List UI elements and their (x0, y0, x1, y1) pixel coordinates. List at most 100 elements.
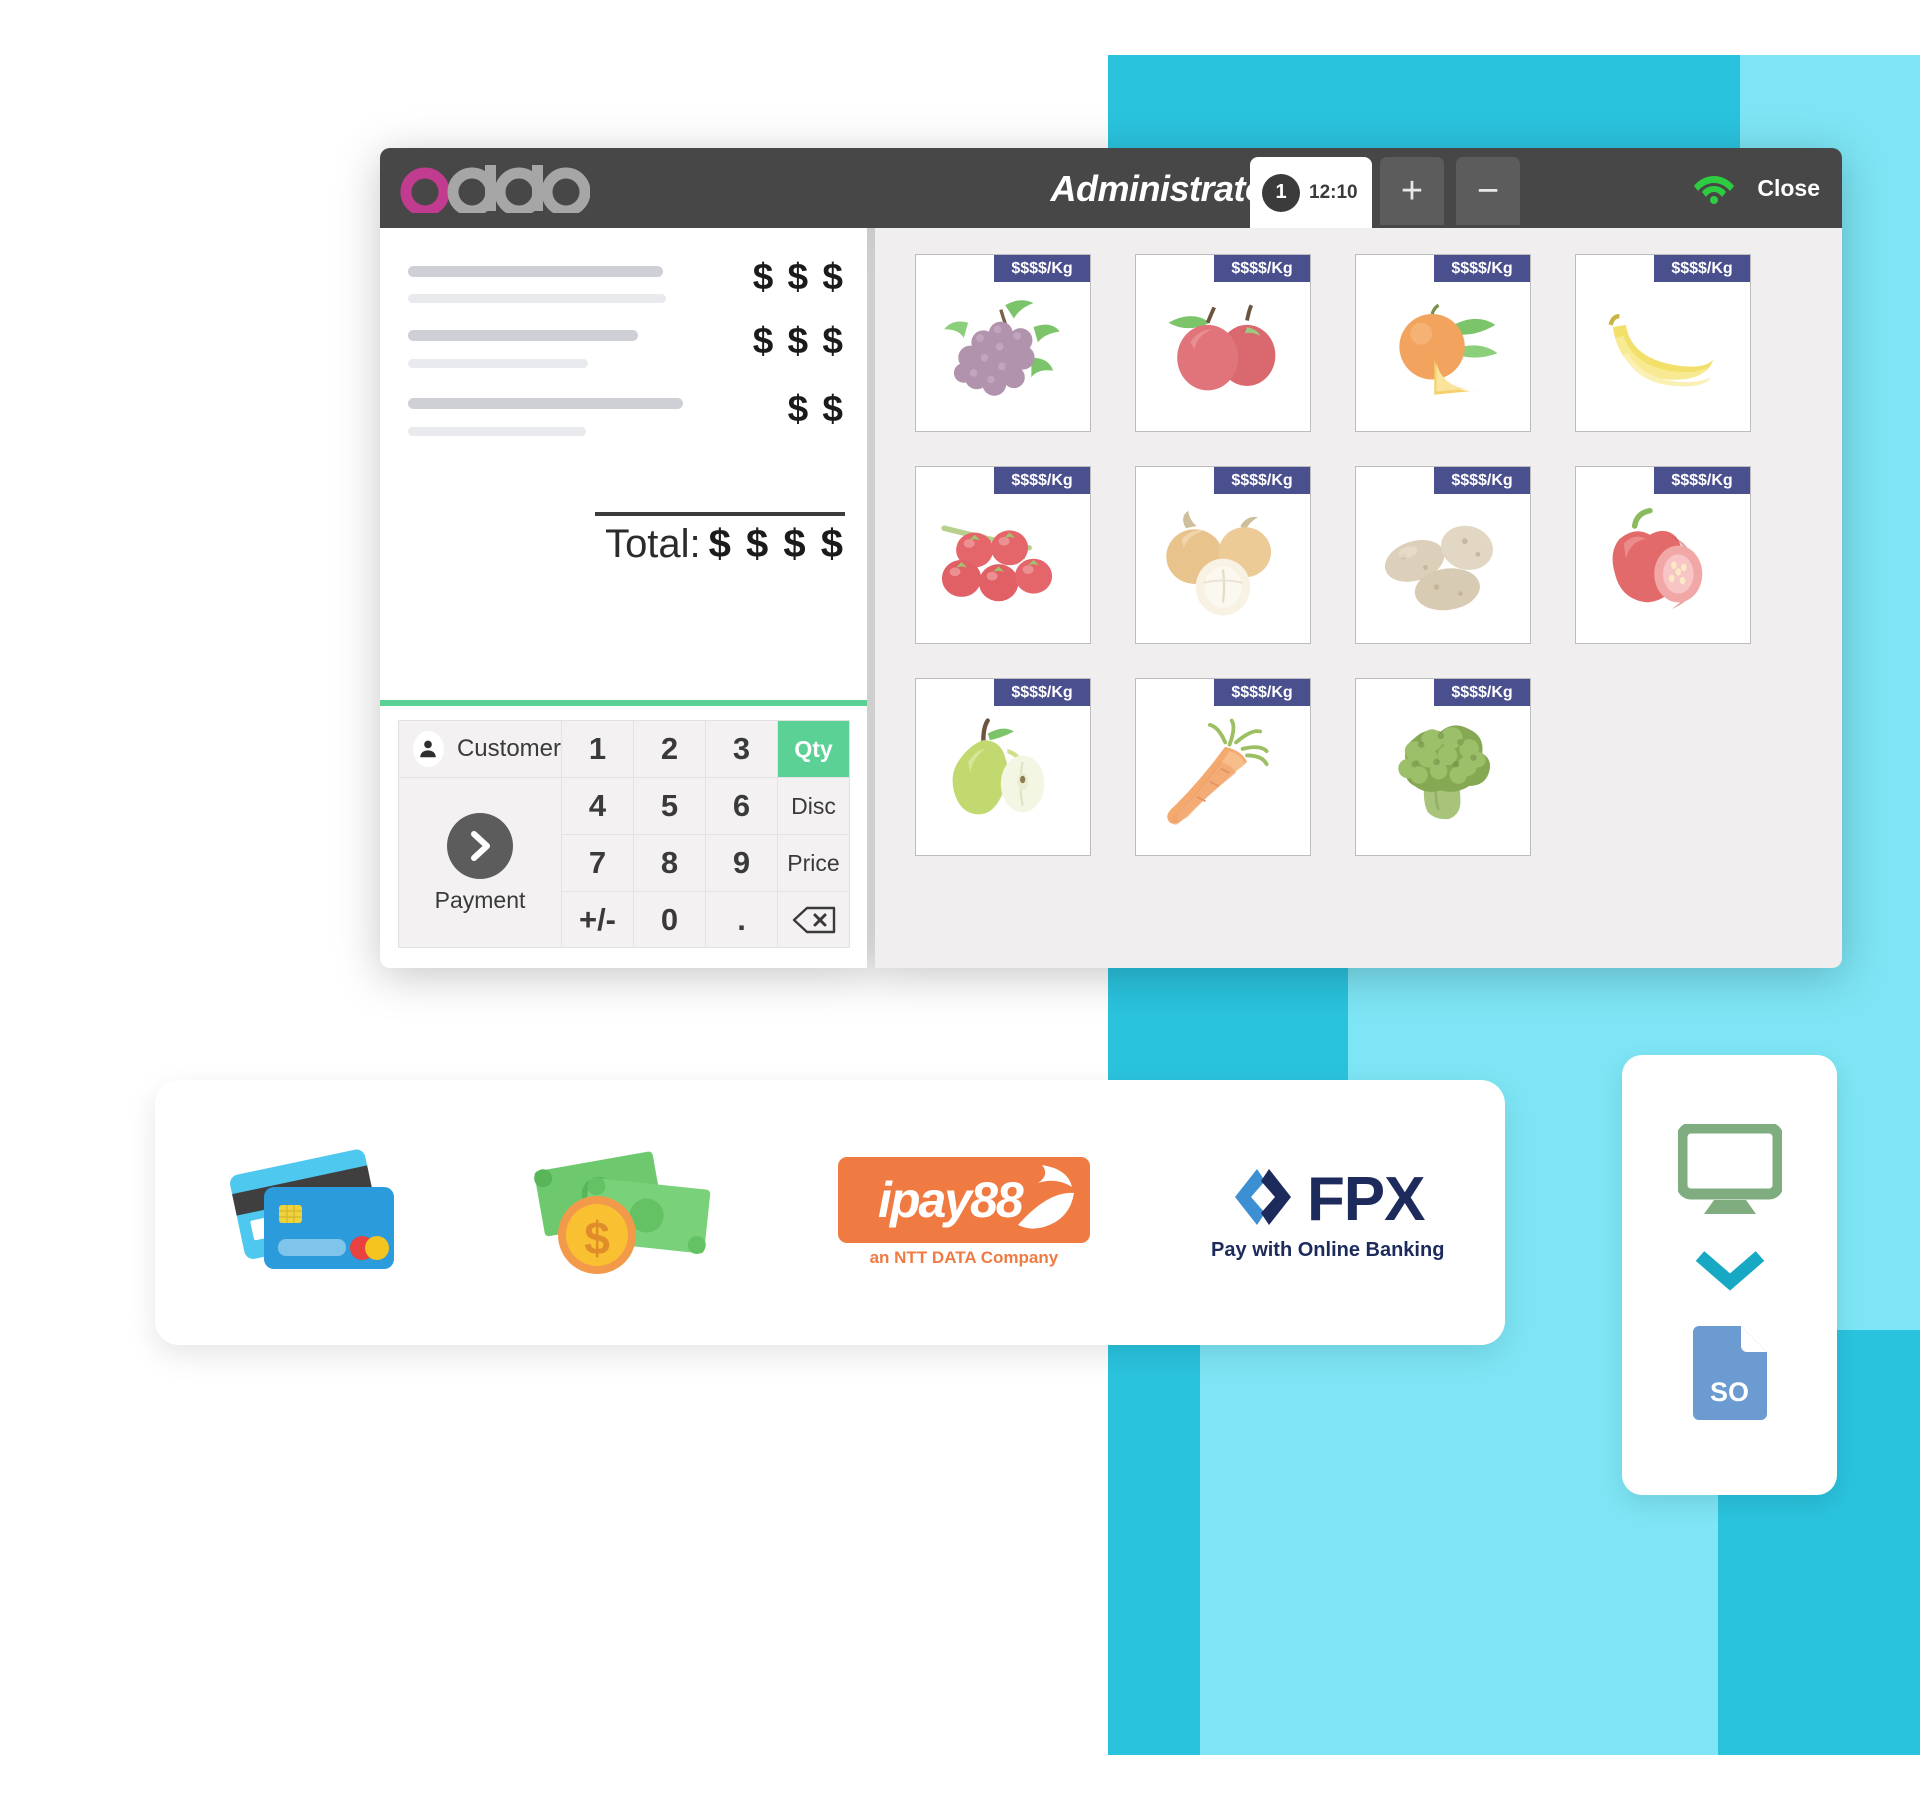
order-line-amount: $ $ $ (752, 320, 845, 361)
potatoes-image (1377, 502, 1509, 622)
numpad-key-9[interactable]: 9 (706, 835, 778, 892)
total-divider (595, 512, 845, 516)
sales-order-label: SO (1709, 1377, 1749, 1407)
price-badge: $$$$/Kg (994, 467, 1090, 494)
payment-method-ipay88[interactable]: ipay88 an NTT DATA Company (837, 1157, 1090, 1268)
header-right-group: Close (1693, 148, 1820, 228)
product-card-carrots[interactable]: $$$$/Kg (1135, 678, 1311, 856)
product-card-broccoli[interactable]: $$$$/Kg (1355, 678, 1531, 856)
product-card-onions[interactable]: $$$$/Kg (1135, 466, 1311, 644)
numpad-key-6[interactable]: 6 (706, 778, 778, 835)
product-card-bell-pepper[interactable]: $$$$/Kg (1575, 466, 1751, 644)
payment-method-cash[interactable]: $ (527, 1135, 717, 1290)
price-badge: $$$$/Kg (1654, 255, 1750, 282)
order-line-detail-placeholder (408, 294, 666, 303)
bell-pepper-image (1597, 502, 1729, 622)
price-badge: $$$$/Kg (1214, 679, 1310, 706)
order-line-detail-placeholder (408, 359, 588, 368)
backspace-icon[interactable] (778, 892, 849, 948)
price-badge: $$$$/Kg (1214, 255, 1310, 282)
pear-image (937, 714, 1069, 834)
numpad-key-8[interactable]: 8 (634, 835, 706, 892)
numpad-key-3[interactable]: 3 (706, 721, 778, 778)
order-line-name-placeholder (408, 330, 638, 341)
total-amount: $ $ $ $ (708, 522, 845, 566)
numpad-mode-qty[interactable]: Qty (778, 721, 849, 778)
cash-icon: $ (527, 1135, 717, 1290)
svg-text:$: $ (584, 1212, 610, 1264)
numpad-key-7[interactable]: 7 (562, 835, 634, 892)
numpad: Customer 1 2 3 Qty Payment 4 5 6 Disc 7 … (398, 720, 850, 948)
remove-order-button[interactable]: − (1456, 157, 1520, 225)
order-line[interactable] (408, 398, 838, 409)
price-badge: $$$$/Kg (1214, 467, 1310, 494)
price-badge: $$$$/Kg (994, 679, 1090, 706)
user-name[interactable]: Administrator (1020, 168, 1280, 210)
order-line-name-placeholder (408, 398, 683, 409)
product-card-grapes[interactable]: $$$$/Kg (915, 254, 1091, 432)
product-grid: $$$$/Kg $$$$/Kg $$$$/Kg $$$$/Kg $$$$/Kg … (915, 254, 1842, 856)
payment-method-fpx[interactable]: FPX Pay with Online Banking (1211, 1164, 1444, 1262)
credit-card-icon (216, 1143, 406, 1283)
fpx-tagline: Pay with Online Banking (1211, 1238, 1445, 1261)
ipay88-swoosh-icon (1012, 1163, 1076, 1242)
numpad-key-1[interactable]: 1 (562, 721, 634, 778)
product-card-potatoes[interactable]: $$$$/Kg (1355, 466, 1531, 644)
monitor-icon (1677, 1124, 1782, 1220)
odoo-logo[interactable] (400, 165, 590, 213)
broccoli-image (1377, 714, 1509, 834)
pos-header: Administrator 1 12:10 + − Close (380, 148, 1842, 228)
price-badge: $$$$/Kg (1434, 467, 1530, 494)
total-label: Total: (605, 522, 701, 566)
ipay88-tagline: an NTT DATA Company (869, 1248, 1059, 1267)
grapes-image (937, 290, 1069, 410)
price-badge: $$$$/Kg (1654, 467, 1750, 494)
customer-label: Customer (456, 735, 561, 762)
numpad-key-4[interactable]: 4 (562, 778, 634, 835)
background-teal-light-column (1200, 1330, 1660, 1755)
payment-methods-card: $ ipay88 an NTT DATA Company FPX Pay wit… (155, 1080, 1505, 1345)
wifi-icon (1693, 172, 1735, 204)
ipay88-badge: ipay88 (837, 1157, 1090, 1243)
price-badge: $$$$/Kg (1434, 255, 1530, 282)
customer-button[interactable]: Customer (399, 721, 562, 778)
product-card-pear[interactable]: $$$$/Kg (915, 678, 1091, 856)
numpad-key-0[interactable]: 0 (634, 892, 706, 948)
fpx-top-row: FPX (1231, 1164, 1426, 1235)
close-button[interactable]: Close (1757, 175, 1820, 202)
numpad-key-2[interactable]: 2 (634, 721, 706, 778)
numpad-mode-price[interactable]: Price (778, 835, 849, 892)
receipt-lines: $ $ $ $ $ $ $ $ Total: $ $ $ $ (380, 228, 867, 700)
user-icon (413, 731, 444, 767)
product-card-bananas[interactable]: $$$$/Kg (1575, 254, 1751, 432)
order-panel: $ $ $ $ $ $ $ $ Total: $ $ $ $ Customer … (380, 228, 867, 968)
product-card-apples[interactable]: $$$$/Kg (1135, 254, 1311, 432)
order-line-name-placeholder (408, 266, 663, 277)
orange-image (1377, 290, 1509, 410)
numpad-key-plusminus[interactable]: +/- (562, 892, 634, 948)
order-time: 12:10 (1309, 181, 1358, 203)
chevron-down-icon (1694, 1248, 1766, 1292)
sales-order-document-icon: SO (1685, 1320, 1775, 1426)
numpad-key-5[interactable]: 5 (634, 778, 706, 835)
payment-method-credit-card[interactable] (216, 1143, 406, 1283)
add-order-button[interactable]: + (1380, 157, 1444, 225)
apples-image (1157, 290, 1289, 410)
order-line-detail-placeholder (408, 427, 586, 436)
tomatoes-image (937, 502, 1069, 622)
product-card-orange[interactable]: $$$$/Kg (1355, 254, 1531, 432)
chevron-right-icon (447, 812, 513, 879)
ipay88-wordmark: ipay88 (878, 1172, 1024, 1228)
panel-divider (380, 700, 867, 706)
payment-button[interactable]: Payment (399, 778, 562, 948)
order-total: Total: $ $ $ $ (570, 522, 845, 567)
onions-image (1157, 502, 1289, 622)
carrots-image (1157, 714, 1289, 834)
price-badge: $$$$/Kg (994, 255, 1090, 282)
product-card-tomatoes[interactable]: $$$$/Kg (915, 466, 1091, 644)
order-tab[interactable]: 1 12:10 (1250, 157, 1372, 228)
payment-label: Payment (434, 886, 526, 913)
pos-window: Administrator 1 12:10 + − Close $ $ $ $ … (380, 148, 1842, 968)
numpad-mode-disc[interactable]: Disc (778, 778, 849, 835)
numpad-key-decimal[interactable]: . (706, 892, 778, 948)
